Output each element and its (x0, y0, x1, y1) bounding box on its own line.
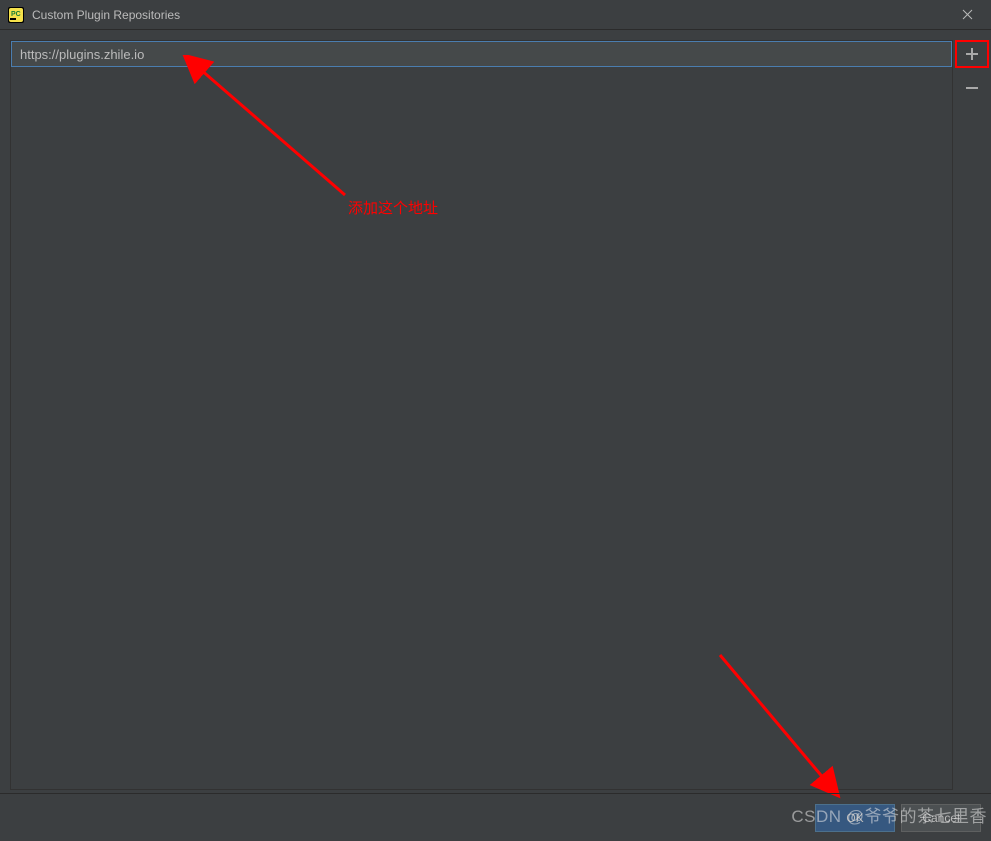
add-repository-button[interactable] (955, 40, 989, 68)
svg-text:PC: PC (11, 11, 21, 18)
ok-button[interactable]: OK (815, 804, 895, 832)
cancel-button[interactable]: Cancel (901, 804, 981, 832)
minus-icon (965, 81, 979, 95)
dialog-content (0, 30, 991, 790)
annotation-text-top: 添加这个地址 (348, 197, 438, 218)
window-close-button[interactable] (947, 0, 987, 30)
close-icon (962, 9, 973, 20)
plus-icon (965, 47, 979, 61)
dialog-footer: OK Cancel (0, 793, 991, 841)
remove-repository-button[interactable] (955, 74, 989, 102)
side-button-column (955, 40, 989, 790)
window-title: Custom Plugin Repositories (32, 8, 947, 22)
repository-url-input[interactable] (11, 41, 952, 67)
ok-button-label: OK (846, 811, 863, 825)
app-icon: PC (8, 7, 24, 23)
titlebar: PC Custom Plugin Repositories (0, 0, 991, 30)
cancel-button-label: Cancel (922, 811, 959, 825)
repository-list[interactable] (10, 40, 953, 790)
